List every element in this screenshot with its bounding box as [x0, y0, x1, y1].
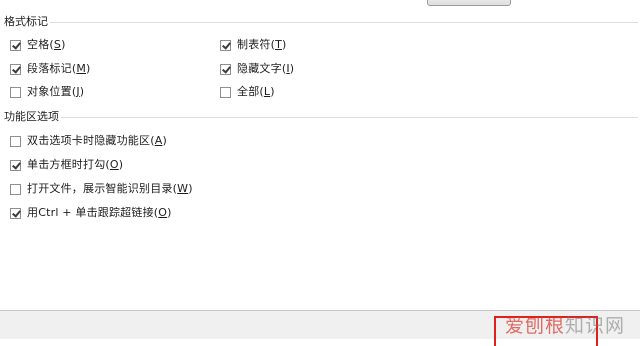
label-text: 用Ctrl + 单击跟踪超链接 — [27, 206, 154, 219]
checkbox-label: 全部(L) — [237, 85, 275, 98]
access-key: A — [154, 134, 163, 147]
access-key: T — [275, 38, 283, 51]
section-divider — [60, 117, 638, 118]
label-text: 对象位置 — [27, 85, 72, 98]
checkbox-label: 对象位置(J) — [27, 85, 85, 98]
label-text: 全部 — [237, 85, 260, 98]
checkbox-paragraph-mark[interactable]: 段落标记(M) — [10, 62, 91, 76]
checkbox-box[interactable] — [220, 86, 231, 98]
watermark: 爱刨根知识网 — [505, 315, 626, 337]
checkbox-box[interactable] — [10, 86, 21, 98]
checkbox-box[interactable] — [10, 63, 21, 75]
checkbox-box[interactable] — [10, 207, 21, 219]
label-text: 空格 — [27, 38, 50, 51]
checkbox-smart-toc-on-open[interactable]: 打开文件，展示智能识别目录(W) — [10, 182, 193, 196]
label-text: 单击方框时打勾 — [27, 158, 106, 171]
checkbox-box[interactable] — [220, 39, 231, 51]
checkbox-label: 双击选项卡时隐藏功能区(A) — [27, 134, 167, 147]
checkbox-hide-ribbon-on-double-click[interactable]: 双击选项卡时隐藏功能区(A) — [10, 134, 167, 148]
checkbox-label: 空格(S) — [27, 38, 66, 51]
label-text: 隐藏文字 — [237, 62, 282, 75]
label-text: 打开文件，展示智能识别目录 — [27, 182, 173, 195]
checkbox-all[interactable]: 全部(L) — [220, 85, 275, 99]
label-text: 制表符 — [237, 38, 271, 51]
checkbox-box[interactable] — [220, 63, 231, 75]
section-title-format-marks: 格式标记 — [4, 15, 50, 29]
checkbox-box[interactable] — [10, 183, 21, 195]
access-key: L — [263, 85, 271, 98]
checkbox-box[interactable] — [10, 159, 21, 171]
access-key: O — [158, 206, 168, 219]
section-title-feature-options: 功能区选项 — [4, 110, 61, 124]
access-key: O — [109, 158, 119, 171]
checkbox-label: 打开文件，展示智能识别目录(W) — [27, 182, 193, 195]
label-text: 双击选项卡时隐藏功能区 — [27, 134, 151, 147]
checkbox-click-box-to-check[interactable]: 单击方框时打勾(O) — [10, 158, 123, 172]
checkbox-space[interactable]: 空格(S) — [10, 38, 66, 52]
access-key: J — [76, 85, 80, 98]
section-divider — [48, 22, 638, 23]
checkbox-box[interactable] — [10, 135, 21, 147]
access-key: M — [76, 62, 87, 75]
checkbox-tab[interactable]: 制表符(T) — [220, 38, 287, 52]
access-key: I — [286, 62, 290, 75]
checkbox-box[interactable] — [10, 39, 21, 51]
label-text: 段落标记 — [27, 62, 72, 75]
checkbox-label: 段落标记(M) — [27, 62, 91, 75]
checkbox-ctrl-click-hyperlink[interactable]: 用Ctrl + 单击跟踪超链接(O) — [10, 206, 172, 220]
access-key: W — [177, 182, 189, 195]
checkbox-object-position[interactable]: 对象位置(J) — [10, 85, 84, 99]
checkbox-label: 单击方框时打勾(O) — [27, 158, 124, 171]
options-panel: 格式标记 空格(S) 制表符(T) 段落标记(M) 隐藏文字(I) 对象位置(J… — [0, 0, 640, 310]
checkbox-label: 制表符(T) — [237, 38, 287, 51]
checkbox-label: 隐藏文字(I) — [237, 62, 295, 75]
checkbox-hidden-text[interactable]: 隐藏文字(I) — [220, 62, 294, 76]
checkbox-label: 用Ctrl + 单击跟踪超链接(O) — [27, 206, 172, 219]
access-key: S — [53, 38, 62, 51]
top-button[interactable] — [427, 0, 511, 6]
